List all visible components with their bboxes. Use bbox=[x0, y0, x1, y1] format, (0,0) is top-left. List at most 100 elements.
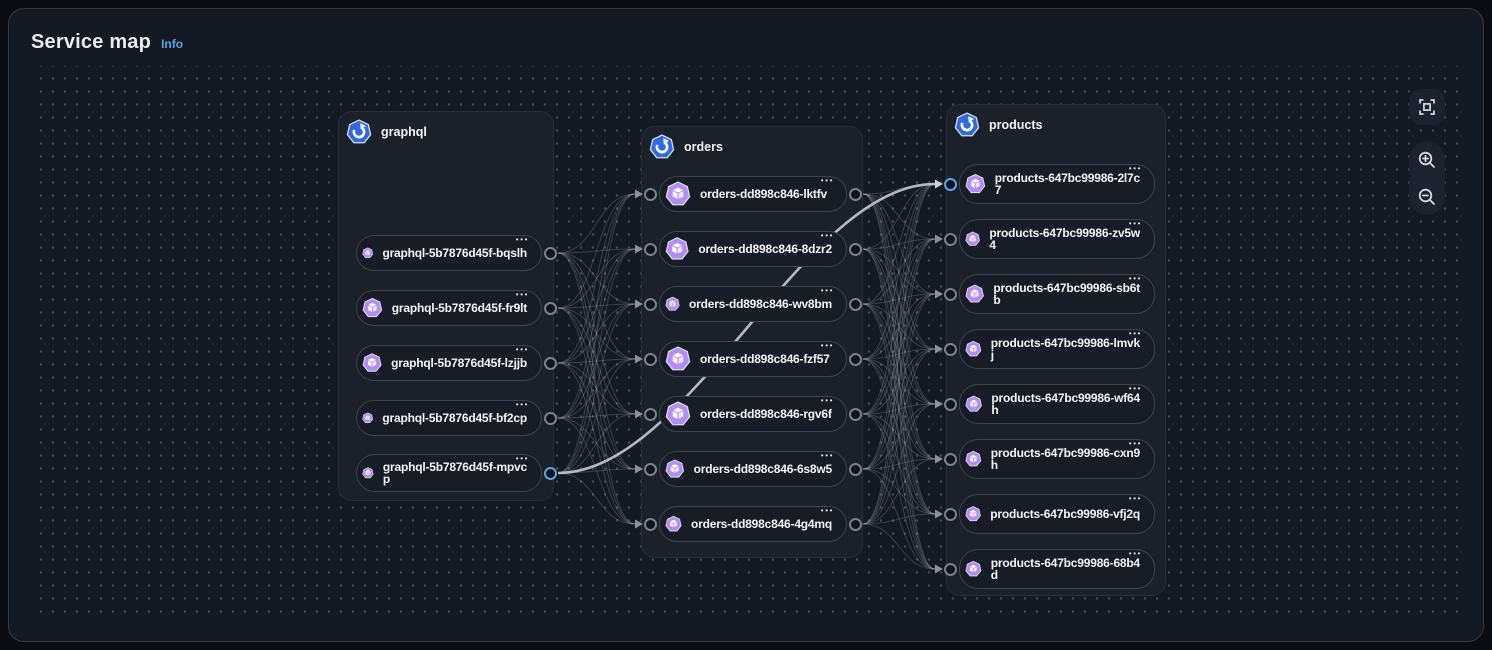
edge bbox=[863, 294, 935, 304]
node-menu-icon[interactable]: ••• bbox=[516, 346, 529, 354]
output-connector bbox=[849, 243, 862, 256]
edge bbox=[863, 404, 935, 414]
node-menu-icon[interactable]: ••• bbox=[821, 287, 834, 295]
node-menu-icon[interactable]: ••• bbox=[516, 455, 529, 463]
node-label: graphql-5b7876d45f-bf2cp bbox=[382, 412, 527, 424]
zoom-in-button[interactable] bbox=[1409, 141, 1445, 178]
node-products-647bc99986-zv5w4[interactable]: products-647bc99986-zv5w4••• bbox=[959, 219, 1155, 259]
node-menu-icon[interactable]: ••• bbox=[1129, 440, 1142, 448]
node-menu-icon[interactable]: ••• bbox=[1129, 495, 1142, 503]
input-connector bbox=[944, 508, 957, 521]
edge bbox=[863, 304, 935, 459]
edge bbox=[863, 459, 935, 524]
pod-icon bbox=[665, 236, 689, 262]
node-menu-icon[interactable]: ••• bbox=[821, 232, 834, 240]
node-label: products-647bc99986-2l7c7 bbox=[995, 172, 1140, 196]
info-link[interactable]: Info bbox=[161, 37, 183, 51]
node-orders-dd898c846-8dzr2[interactable]: orders-dd898c846-8dzr2••• bbox=[659, 231, 847, 267]
zoom-in-icon bbox=[1416, 149, 1438, 171]
node-products-647bc99986-lmvkj[interactable]: products-647bc99986-lmvkj••• bbox=[959, 329, 1155, 369]
node-menu-icon[interactable]: ••• bbox=[516, 291, 529, 299]
pod-icon bbox=[965, 391, 982, 417]
edge bbox=[863, 414, 935, 569]
node-products-647bc99986-2l7c7[interactable]: products-647bc99986-2l7c7••• bbox=[959, 164, 1155, 204]
edge bbox=[558, 253, 635, 414]
zoom-controls bbox=[1409, 141, 1445, 215]
node-graphql-5b7876d45f-bqslh[interactable]: graphql-5b7876d45f-bqslh••• bbox=[356, 235, 542, 271]
node-label: products-647bc99986-sb6tb bbox=[993, 282, 1140, 306]
node-menu-icon[interactable]: ••• bbox=[1129, 550, 1142, 558]
node-menu-icon[interactable]: ••• bbox=[821, 452, 834, 460]
zoom-out-button[interactable] bbox=[1409, 178, 1445, 215]
node-label: orders-dd898c846-4g4mq bbox=[691, 518, 832, 530]
output-connector bbox=[849, 518, 862, 531]
edge bbox=[863, 184, 935, 194]
edge bbox=[863, 184, 935, 249]
node-label: products-647bc99986-zv5w4 bbox=[989, 227, 1140, 251]
edge bbox=[558, 359, 635, 473]
edge bbox=[558, 253, 635, 469]
input-connector bbox=[944, 178, 957, 191]
node-graphql-5b7876d45f-mpvcp[interactable]: graphql-5b7876d45f-mpvcp••• bbox=[356, 454, 542, 492]
node-orders-dd898c846-6s8w5[interactable]: orders-dd898c846-6s8w5••• bbox=[659, 451, 847, 487]
edge bbox=[863, 469, 935, 569]
edge bbox=[863, 414, 935, 514]
edge bbox=[863, 294, 935, 524]
node-menu-icon[interactable]: ••• bbox=[821, 397, 834, 405]
node-orders-dd898c846-lktfv[interactable]: orders-dd898c846-lktfv••• bbox=[659, 176, 847, 212]
edge bbox=[558, 359, 635, 418]
node-menu-icon[interactable]: ••• bbox=[1129, 275, 1142, 283]
edge bbox=[863, 349, 935, 414]
node-orders-dd898c846-fzf57[interactable]: orders-dd898c846-fzf57••• bbox=[659, 341, 847, 377]
output-connector bbox=[849, 298, 862, 311]
service-map-panel: Service map Info graphql orders products… bbox=[8, 8, 1484, 642]
group-label: graphql bbox=[381, 125, 427, 139]
edge bbox=[558, 473, 635, 524]
node-orders-dd898c846-wv8bm[interactable]: orders-dd898c846-wv8bm ••• bbox=[659, 286, 847, 322]
node-menu-icon[interactable]: ••• bbox=[821, 342, 834, 350]
edge bbox=[863, 239, 935, 414]
node-products-647bc99986-vfj2q[interactable]: products-647bc99986-vfj2q••• bbox=[959, 494, 1155, 534]
node-products-647bc99986-sb6tb[interactable]: products-647bc99986-sb6tb••• bbox=[959, 274, 1155, 314]
node-label: orders-dd898c846-wv8bm bbox=[689, 298, 832, 310]
edge bbox=[863, 184, 935, 469]
node-menu-icon[interactable]: ••• bbox=[516, 401, 529, 409]
edge bbox=[863, 349, 935, 524]
input-connector bbox=[644, 188, 657, 201]
edge bbox=[863, 249, 935, 294]
node-menu-icon[interactable]: ••• bbox=[1129, 165, 1142, 173]
node-orders-dd898c846-4g4mq[interactable]: orders-dd898c846-4g4mq ••• bbox=[659, 506, 847, 542]
node-graphql-5b7876d45f-fr9lt[interactable]: graphql-5b7876d45f-fr9lt••• bbox=[356, 290, 542, 326]
input-connector bbox=[944, 233, 957, 246]
edge bbox=[863, 294, 935, 414]
node-products-647bc99986-68b4d[interactable]: products-647bc99986-68b4d••• bbox=[959, 549, 1155, 589]
node-orders-dd898c846-rgv6f[interactable]: orders-dd898c846-rgv6f••• bbox=[659, 396, 847, 432]
edge bbox=[863, 194, 935, 239]
edge bbox=[558, 363, 635, 469]
deployment-icon bbox=[649, 134, 675, 160]
node-menu-icon[interactable]: ••• bbox=[1129, 385, 1142, 393]
edge bbox=[863, 184, 935, 414]
edge bbox=[863, 294, 935, 469]
pod-icon bbox=[362, 405, 373, 431]
node-menu-icon[interactable]: ••• bbox=[516, 236, 529, 244]
node-graphql-5b7876d45f-bf2cp[interactable]: graphql-5b7876d45f-bf2cp ••• bbox=[356, 400, 542, 436]
edge-arrowhead bbox=[935, 510, 943, 519]
fit-to-screen-button[interactable] bbox=[1409, 89, 1445, 125]
node-menu-icon[interactable]: ••• bbox=[821, 177, 834, 185]
edge-arrowhead bbox=[935, 565, 943, 574]
edge bbox=[863, 194, 935, 569]
node-graphql-5b7876d45f-lzjjb[interactable]: graphql-5b7876d45f-lzjjb••• bbox=[356, 345, 542, 381]
edge bbox=[863, 249, 935, 514]
node-menu-icon[interactable]: ••• bbox=[1129, 220, 1142, 228]
edge bbox=[558, 363, 635, 414]
node-products-647bc99986-wf64h[interactable]: products-647bc99986-wf64h••• bbox=[959, 384, 1155, 424]
edge bbox=[863, 294, 935, 359]
node-products-647bc99986-cxn9h[interactable]: products-647bc99986-cxn9h••• bbox=[959, 439, 1155, 479]
node-menu-icon[interactable]: ••• bbox=[1129, 330, 1142, 338]
service-map-canvas[interactable]: graphql orders products graphql-5b7876d4… bbox=[31, 66, 1463, 622]
edge bbox=[863, 404, 935, 524]
pod-icon bbox=[965, 171, 986, 197]
node-menu-icon[interactable]: ••• bbox=[821, 507, 834, 515]
input-connector bbox=[644, 463, 657, 476]
